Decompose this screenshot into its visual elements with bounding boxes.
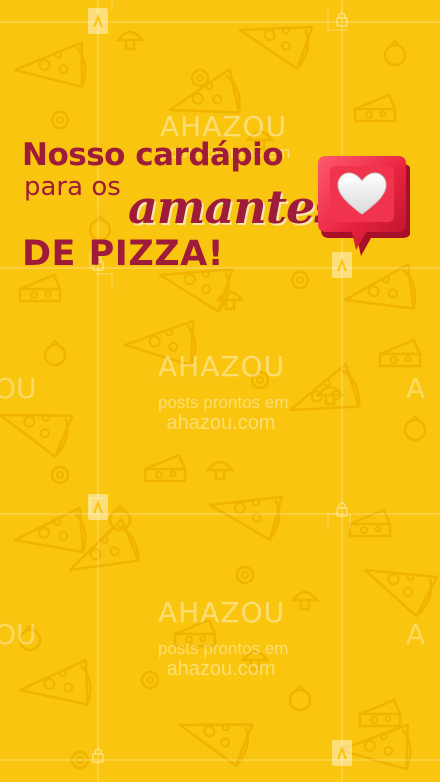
- poster: AHAZOU posts prontos em AHAZOU posts pro…: [0, 0, 440, 782]
- watermark-side-left: OU: [0, 372, 37, 405]
- headline-line-lovers: amantes: [128, 180, 340, 234]
- watermark-middle: AHAZOU posts prontos em ahazou.com: [158, 350, 289, 435]
- headline-line-pizza: DE PIZZA!: [22, 234, 225, 274]
- headline-line-menu: Nosso cardápio: [22, 137, 284, 173]
- watermark-tagline: posts prontos em: [158, 393, 289, 412]
- watermark-side-right: A: [406, 372, 426, 405]
- headline: Nosso cardápio para os amantes DE PIZZA!: [22, 137, 340, 274]
- watermark-side-right: A: [406, 618, 426, 651]
- watermark-side-left: OU: [0, 618, 37, 651]
- heart-notification-icon: [318, 156, 410, 256]
- watermark-brand: AHAZOU: [158, 596, 286, 629]
- watermark-brand: AHAZOU: [158, 350, 286, 383]
- watermark-tagline: posts prontos em: [158, 639, 289, 658]
- watermark-domain: ahazou.com: [166, 412, 276, 434]
- watermark-lower: AHAZOU posts prontos em ahazou.com: [158, 596, 289, 681]
- watermark-domain: ahazou.com: [166, 658, 276, 680]
